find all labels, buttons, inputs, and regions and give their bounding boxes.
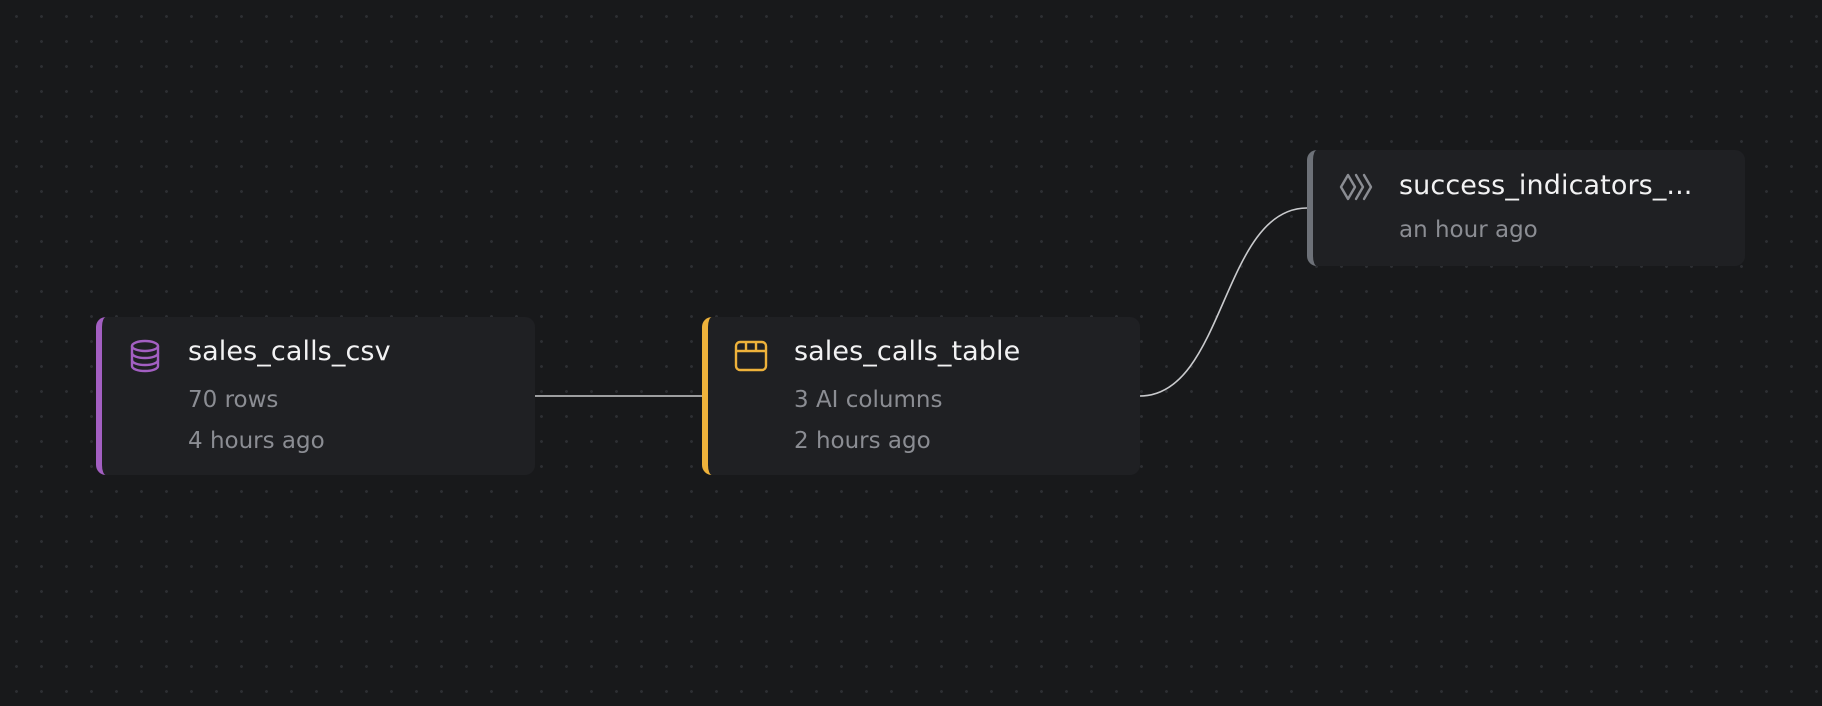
node-sales-calls-csv[interactable]: sales_calls_csv 70 rows 4 hours ago bbox=[96, 317, 535, 475]
database-icon bbox=[128, 339, 162, 373]
edge-table-to-model bbox=[1139, 207, 1308, 397]
node-title: sales_calls_csv bbox=[188, 336, 391, 367]
updated-time: 2 hours ago bbox=[794, 428, 931, 454]
row-count: 70 rows bbox=[188, 387, 279, 413]
updated-time: 4 hours ago bbox=[188, 428, 325, 454]
ai-column-count: 3 AI columns bbox=[794, 387, 943, 413]
chevrons-icon bbox=[1339, 170, 1373, 204]
table-icon bbox=[734, 339, 768, 373]
node-success-indicators[interactable]: success_indicators_... an hour ago bbox=[1307, 150, 1745, 266]
node-title: success_indicators_... bbox=[1399, 170, 1693, 201]
lineage-canvas[interactable]: sales_calls_csv 70 rows 4 hours ago sale… bbox=[0, 0, 1822, 706]
node-sales-calls-table[interactable]: sales_calls_table 3 AI columns 2 hours a… bbox=[702, 317, 1140, 475]
node-title: sales_calls_table bbox=[794, 336, 1021, 367]
updated-time: an hour ago bbox=[1399, 217, 1538, 243]
